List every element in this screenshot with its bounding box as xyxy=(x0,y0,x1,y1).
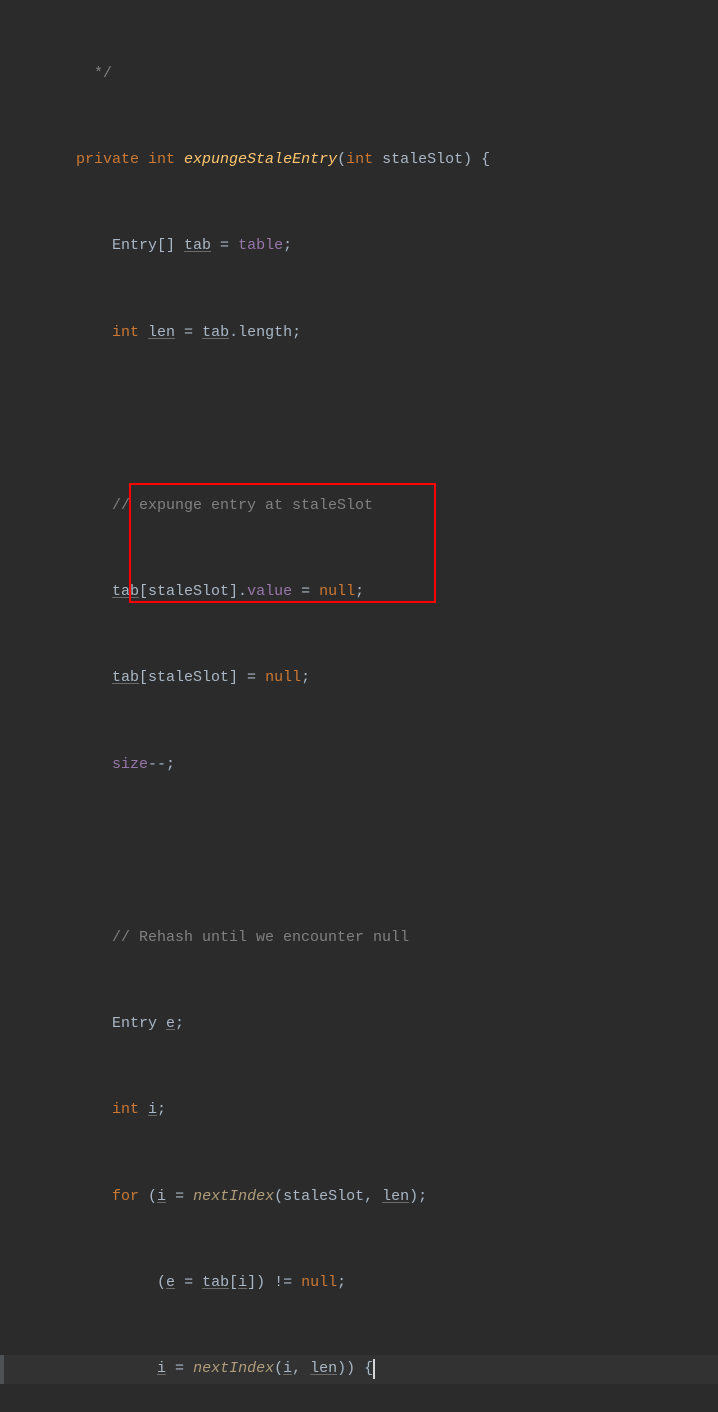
code-line xyxy=(0,837,718,866)
code-line: int i; xyxy=(0,1096,718,1125)
code-editor[interactable]: */ private int expungeStaleEntry(int sta… xyxy=(0,0,718,1412)
keyword: for xyxy=(112,1188,148,1205)
variable: len xyxy=(382,1188,409,1205)
variable: e xyxy=(166,1015,175,1032)
null-keyword: null xyxy=(265,669,301,686)
variable: len xyxy=(310,1360,337,1377)
null-keyword: null xyxy=(319,583,355,600)
variable: tab xyxy=(112,669,139,686)
method-name: expungeStaleEntry xyxy=(184,151,337,168)
variable: tab xyxy=(202,324,229,341)
method-call: nextIndex xyxy=(193,1360,274,1377)
variable: i xyxy=(148,1101,157,1118)
comment-text: // Rehash until we encounter null xyxy=(112,929,409,946)
keyword: int xyxy=(112,1101,148,1118)
code-line: Entry[] tab = table; xyxy=(0,232,718,261)
code-line: (e = tab[i]) != null; xyxy=(0,1269,718,1298)
variable: len xyxy=(148,324,175,341)
null-keyword: null xyxy=(301,1274,337,1291)
variable: tab xyxy=(112,583,139,600)
comment-text: // expunge entry at staleSlot xyxy=(112,497,373,514)
method-call: nextIndex xyxy=(193,1188,274,1205)
code-line: Entry e; xyxy=(0,1010,718,1039)
code-line: */ xyxy=(0,60,718,89)
variable: i xyxy=(157,1360,166,1377)
code-line: tab[staleSlot].value = null; xyxy=(0,578,718,607)
code-line: // Rehash until we encounter null xyxy=(0,924,718,953)
variable: i xyxy=(238,1274,247,1291)
param: staleSlot xyxy=(382,151,463,168)
keyword: private xyxy=(76,151,148,168)
code-line: // expunge entry at staleSlot xyxy=(0,492,718,521)
field: value xyxy=(247,583,292,600)
code-line: private int expungeStaleEntry(int staleS… xyxy=(0,146,718,175)
comment-text: */ xyxy=(85,65,112,82)
variable: tab xyxy=(202,1274,229,1291)
field: size xyxy=(112,756,148,773)
variable: i xyxy=(283,1360,292,1377)
keyword: int xyxy=(148,151,184,168)
code-line: int len = tab.length; xyxy=(0,319,718,348)
variable: i xyxy=(157,1188,166,1205)
variable: e xyxy=(166,1274,175,1291)
text-caret xyxy=(373,1359,375,1379)
code-line: size--; xyxy=(0,751,718,780)
code-line xyxy=(0,405,718,434)
code-line: for (i = nextIndex(staleSlot, len); xyxy=(0,1183,718,1212)
code-line-highlighted: i = nextIndex(i, len)) { xyxy=(0,1355,718,1384)
keyword: int xyxy=(112,324,148,341)
field: table xyxy=(238,237,283,254)
keyword: int xyxy=(346,151,382,168)
code-line: tab[staleSlot] = null; xyxy=(0,664,718,693)
variable: tab xyxy=(184,237,211,254)
